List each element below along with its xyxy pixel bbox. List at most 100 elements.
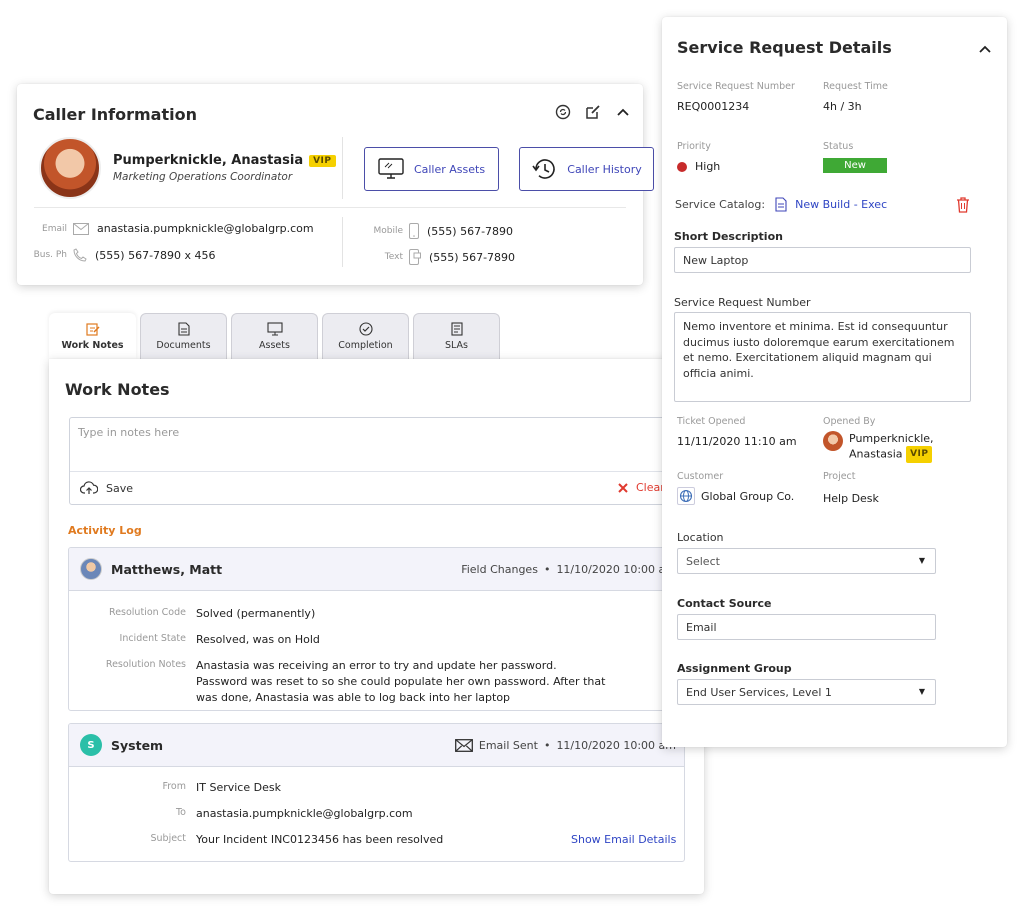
email-row: Email anastasia.pumpknickle@globalgrp.co… <box>31 222 314 235</box>
assignment-group-select[interactable]: End User Services, Level 1 <box>677 679 936 705</box>
edit-icon[interactable] <box>585 104 601 120</box>
field-value: REQ0001234 <box>677 100 750 113</box>
field-label: From <box>162 781 186 792</box>
text-value[interactable]: (555) 567-7890 <box>429 251 515 264</box>
mobile-phone-icon <box>409 223 419 239</box>
log-meta: Email Sent • 11/10/2020 10:00 am <box>454 739 676 752</box>
field-label: Request Time <box>823 81 888 92</box>
mobile-value[interactable]: (555) 567-7890 <box>427 225 513 238</box>
save-button[interactable]: Save <box>80 481 133 495</box>
status-value-row: New <box>823 158 887 173</box>
location-label: Location <box>677 531 724 544</box>
opened-by-line2-row: Anastasia VIP <box>849 446 934 463</box>
phone-icon <box>73 248 87 262</box>
email-link[interactable]: anastasia.pumpknickle@globalgrp.com <box>196 806 413 822</box>
mobile-label: Mobile <box>373 226 403 236</box>
sync-icon[interactable] <box>555 104 571 120</box>
notes-input[interactable] <box>70 418 708 472</box>
caller-assets-label: Caller Assets <box>413 162 486 176</box>
clear-button[interactable]: Clear <box>618 481 665 494</box>
location-select[interactable]: Select <box>677 548 936 574</box>
email-value[interactable]: anastasia.pumpknickle@globalgrp.com <box>97 222 314 235</box>
project-field: Project Help Desk <box>823 471 879 505</box>
contact-source-input[interactable]: Email <box>677 614 936 640</box>
notes-editor: Save Clear <box>69 417 709 505</box>
vip-badge: VIP <box>309 154 336 167</box>
check-circle-icon <box>358 322 373 336</box>
monitor-icon <box>266 322 283 336</box>
sms-icon <box>409 249 421 265</box>
field-value: Anastasia was receiving an error to try … <box>196 659 606 704</box>
short-description-input[interactable]: New Laptop <box>674 247 971 273</box>
tab-assets[interactable]: Assets <box>231 313 318 359</box>
work-notes-panel: Work Notes Save Clear Activity Log Matth… <box>49 359 709 894</box>
ticket-opened-field: Ticket Opened 11/11/2020 11:10 am <box>677 416 797 448</box>
field-value: Global Group Co. <box>701 489 795 503</box>
tab-label: Completion <box>338 340 393 351</box>
activity-log-entry: S System Email Sent • 11/10/2020 10:00 a… <box>68 723 685 862</box>
opened-by-line2: Anastasia <box>849 447 903 461</box>
log-meta: Field Changes • 11/10/2020 10:00 am <box>461 563 676 576</box>
short-description-label: Short Description <box>674 230 783 243</box>
cloud-upload-icon <box>80 481 98 495</box>
service-request-details-panel: Service Request Details Service Request … <box>662 17 1007 747</box>
field-label: Project <box>823 471 856 482</box>
divider <box>342 217 343 267</box>
chevron-up-icon[interactable] <box>977 41 993 57</box>
log-field-row: To anastasia.pumpknickle@globalgrp.com <box>69 806 413 822</box>
clear-label: Clear <box>636 481 665 494</box>
chevron-up-icon[interactable] <box>615 104 631 120</box>
field-label: Priority <box>677 141 711 152</box>
globe-icon <box>677 487 695 505</box>
mail-icon <box>73 222 89 235</box>
business-phone-value[interactable]: (555) 567-7890 x 456 <box>95 249 216 262</box>
catalog-link[interactable]: New Build - Exec <box>795 198 887 211</box>
field-value: Help Desk <box>823 492 879 505</box>
caller-info-title: Caller Information <box>33 105 197 124</box>
divider <box>34 207 626 208</box>
caller-information-card: Caller Information Pumperknickle, Anasta… <box>17 84 654 285</box>
caller-history-button[interactable]: Caller History <box>519 147 654 191</box>
assignment-group-label: Assignment Group <box>677 662 792 675</box>
checklist-icon <box>450 322 463 336</box>
log-entry-header: Matthews, Matt Field Changes • 11/10/202… <box>69 548 684 591</box>
caller-history-label: Caller History <box>567 162 642 176</box>
business-phone-row: Bus. Ph (555) 567-7890 x 456 <box>31 248 216 262</box>
field-label: Incident State <box>119 633 186 644</box>
trash-icon[interactable] <box>956 197 970 213</box>
caller-name-row: Pumperknickle, Anastasia VIP <box>113 153 336 168</box>
srd-title: Service Request Details <box>677 38 892 57</box>
mobile-row: Mobile (555) 567-7890 <box>367 223 513 239</box>
show-email-details-link[interactable]: Show Email Details <box>571 833 676 846</box>
log-field-row: Subject Your Incident INC0123456 has bee… <box>69 832 443 848</box>
separator-dot: • <box>543 563 551 576</box>
avatar <box>80 558 102 580</box>
tab-documents[interactable]: Documents <box>140 313 227 359</box>
priority-field: Priority High <box>677 141 720 173</box>
caller-name: Pumperknickle, Anastasia <box>113 153 304 168</box>
description-textarea[interactable]: Nemo inventore et minima. Est id consequ… <box>674 312 971 402</box>
field-value: Solved (permanently) <box>196 607 316 620</box>
text-row: Text (555) 567-7890 <box>367 249 515 265</box>
caller-assets-button[interactable]: Caller Assets <box>364 147 499 191</box>
divider <box>342 137 343 199</box>
history-icon <box>531 157 557 181</box>
customer-field: Customer Global Group Co. <box>677 471 794 505</box>
detail-tabs: Work Notes Documents Assets Completion S… <box>49 313 500 359</box>
field-label: Customer <box>677 471 724 482</box>
vip-badge: VIP <box>906 446 933 463</box>
edit-note-icon <box>85 322 100 336</box>
field-label: Status <box>823 141 854 152</box>
priority-dot <box>677 162 687 172</box>
opened-by-field: Opened By Pumperknickle, Anastasia VIP <box>823 416 934 463</box>
log-entry-header: S System Email Sent • 11/10/2020 10:00 a… <box>69 724 684 767</box>
separator-dot: • <box>543 739 551 752</box>
field-value: Resolved, was on Hold <box>196 633 320 646</box>
tab-work-notes[interactable]: Work Notes <box>49 313 136 359</box>
field-label: Opened By <box>823 416 876 427</box>
tab-slas[interactable]: SLAs <box>413 313 500 359</box>
activity-log-heading: Activity Log <box>68 524 142 537</box>
customer-value-row: Global Group Co. <box>677 487 794 505</box>
tab-completion[interactable]: Completion <box>322 313 409 359</box>
log-field-row: Resolution Code Solved (permanently) <box>69 606 315 622</box>
